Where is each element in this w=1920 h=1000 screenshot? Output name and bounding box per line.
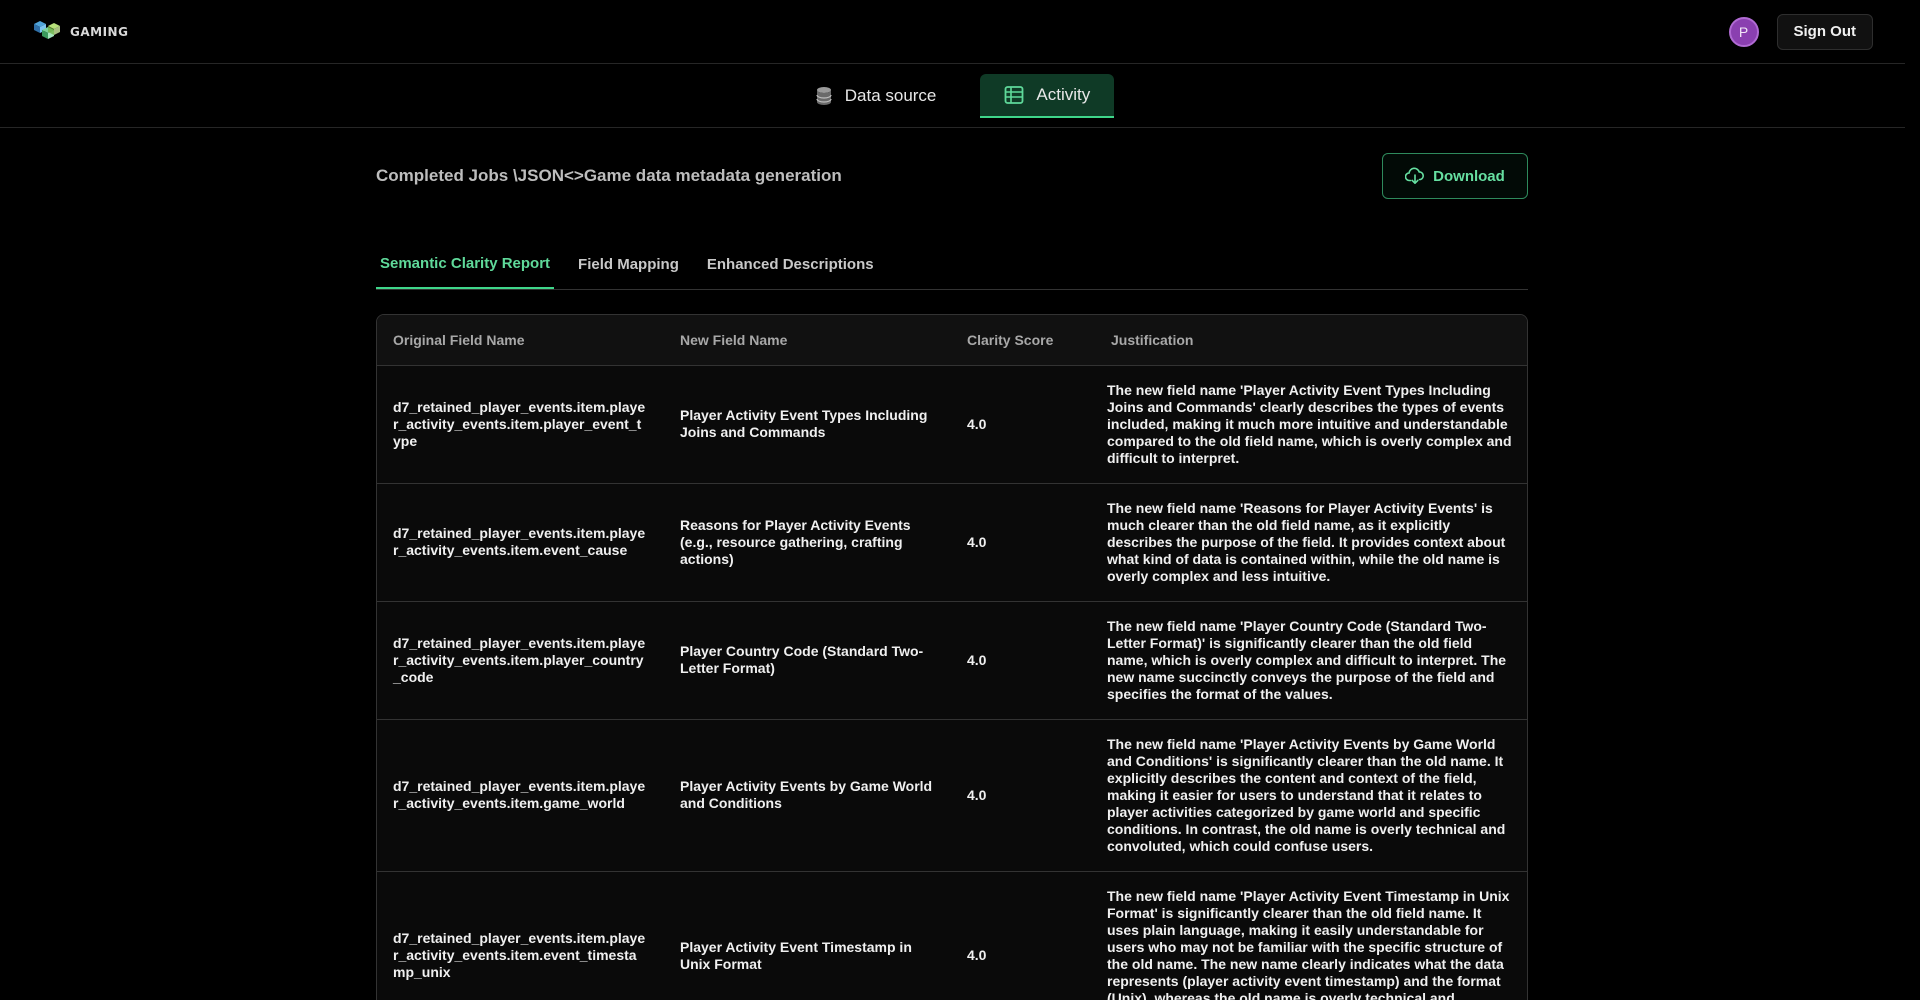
table-list-icon: [1005, 85, 1024, 104]
tab-data-source-label: Data source: [844, 85, 937, 105]
table-row: d7_retained_player_events.item.player_ac…: [377, 719, 1527, 872]
cell-original-field-name: d7_retained_player_events.item.player_ac…: [377, 483, 664, 602]
cell-clarity-score: 4.0: [951, 365, 1095, 484]
page-header: Completed Jobs \JSON<>Game data metadata…: [376, 128, 1528, 224]
database-icon: [816, 86, 832, 105]
cell-original-field-name: d7_retained_player_events.item.player_ac…: [377, 871, 664, 1000]
header-clarity-score: Clarity Score: [951, 315, 1095, 366]
download-label: Download: [1433, 167, 1505, 185]
download-button[interactable]: Download: [1382, 153, 1528, 199]
cell-justification: The new field name 'Player Activity Even…: [1095, 871, 1527, 1000]
header-justification: Justification: [1095, 315, 1527, 366]
top-bar: GAMING P Sign Out: [0, 0, 1905, 64]
cube-logo-icon: [34, 20, 60, 39]
clarity-table: Original Field Name New Field Name Clari…: [377, 315, 1527, 1000]
cell-clarity-score: 4.0: [951, 871, 1095, 1000]
cell-new-field-name: Player Activity Events by Game World and…: [664, 719, 951, 872]
cell-new-field-name: Reasons for Player Activity Events (e.g.…: [664, 483, 951, 602]
cell-clarity-score: 4.0: [951, 483, 1095, 602]
cell-justification: The new field name 'Player Activity Even…: [1095, 719, 1527, 872]
breadcrumb: Completed Jobs \JSON<>Game data metadata…: [376, 166, 842, 185]
table-row: d7_retained_player_events.item.player_ac…: [377, 601, 1527, 720]
cell-original-field-name: d7_retained_player_events.item.player_ac…: [377, 365, 664, 484]
brand-name: GAMING: [70, 24, 129, 39]
brand[interactable]: GAMING: [32, 19, 128, 45]
cell-original-field-name: d7_retained_player_events.item.player_ac…: [377, 601, 664, 720]
tab-activity[interactable]: Activity: [980, 73, 1115, 118]
avatar[interactable]: P: [1728, 16, 1759, 47]
table-row: d7_retained_player_events.item.player_ac…: [377, 365, 1527, 484]
header-original-field-name: Original Field Name: [377, 315, 664, 366]
clarity-table-container[interactable]: Original Field Name New Field Name Clari…: [376, 314, 1528, 1000]
report-tabs: Semantic Clarity Report Field Mapping En…: [376, 240, 1528, 290]
tab-activity-label: Activity: [1036, 84, 1091, 104]
app-page: GAMING P Sign Out Data source Activity C…: [0, 0, 1920, 1000]
table-header-row: Original Field Name New Field Name Clari…: [377, 315, 1527, 366]
tab-data-source[interactable]: Data source: [791, 74, 961, 118]
cell-justification: The new field name 'Player Country Code …: [1095, 601, 1527, 720]
table-row: d7_retained_player_events.item.player_ac…: [377, 871, 1527, 1000]
cell-justification: The new field name 'Player Activity Even…: [1095, 365, 1527, 484]
cloud-download-icon: [1405, 167, 1425, 185]
cell-new-field-name: Player Activity Event Timestamp in Unix …: [664, 871, 951, 1000]
cell-clarity-score: 4.0: [951, 601, 1095, 720]
cell-original-field-name: d7_retained_player_events.item.player_ac…: [377, 719, 664, 872]
main-nav: Data source Activity: [0, 64, 1905, 128]
cell-new-field-name: Player Activity Event Types Including Jo…: [664, 365, 951, 484]
table-row: d7_retained_player_events.item.player_ac…: [377, 483, 1527, 602]
cell-justification: The new field name 'Reasons for Player A…: [1095, 483, 1527, 602]
sign-out-button[interactable]: Sign Out: [1776, 13, 1873, 50]
cell-new-field-name: Player Country Code (Standard Two-Letter…: [664, 601, 951, 720]
user-controls: P Sign Out: [1728, 13, 1873, 50]
main-content: Completed Jobs \JSON<>Game data metadata…: [376, 128, 1528, 1000]
header-new-field-name: New Field Name: [664, 315, 951, 366]
tab-semantic-clarity-report[interactable]: Semantic Clarity Report: [376, 239, 555, 289]
cell-clarity-score: 4.0: [951, 719, 1095, 872]
tab-enhanced-descriptions[interactable]: Enhanced Descriptions: [703, 239, 878, 289]
tab-field-mapping[interactable]: Field Mapping: [574, 239, 683, 289]
